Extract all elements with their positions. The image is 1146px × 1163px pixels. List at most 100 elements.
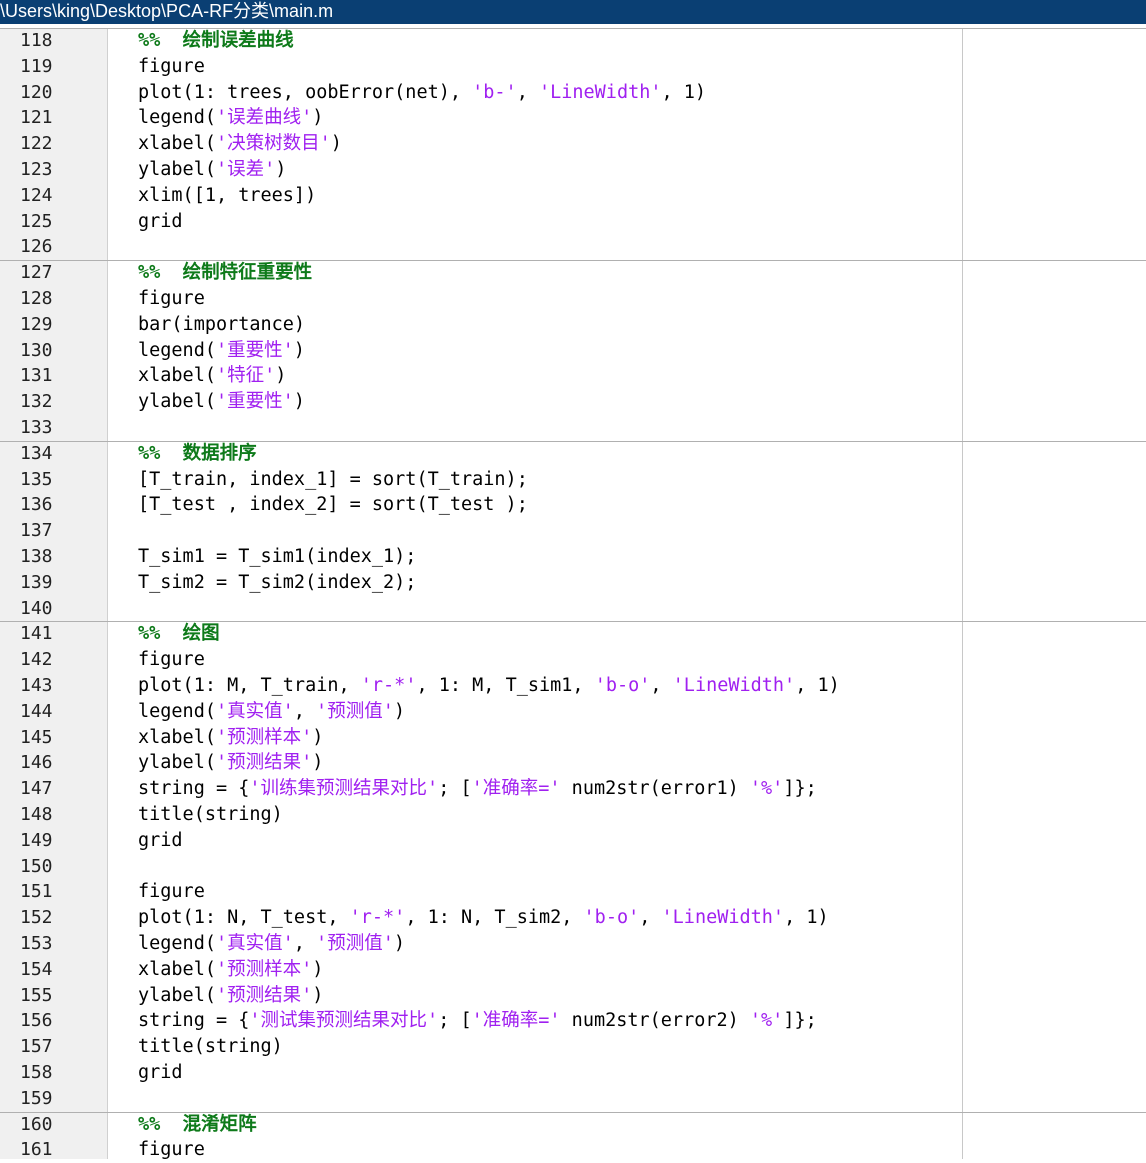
code-line[interactable]: 138 T_sim1 = T_sim1(index_1); [0, 544, 1146, 570]
code-line[interactable]: 133 [0, 415, 1146, 441]
code-line[interactable]: 154 xlabel('预测样本') [0, 957, 1146, 983]
cell-title: %% 数据排序 [138, 442, 257, 464]
code-text: legend('重要性') [138, 339, 305, 361]
code-line[interactable]: 146 ylabel('预测结果') [0, 750, 1146, 776]
code-line[interactable]: 124 xlim([1, trees]) [0, 183, 1146, 209]
code-text: grid [138, 210, 183, 232]
code-line[interactable]: 143 plot(1: M, T_train, 'r-*', 1: M, T_si… [0, 673, 1146, 699]
code-text: xlabel('预测样本') [138, 726, 324, 748]
line-number: 122 [20, 133, 53, 155]
code-line[interactable]: 145 xlabel('预测样本') [0, 725, 1146, 751]
code-line[interactable]: 151 figure [0, 879, 1146, 905]
code-line[interactable]: 156 string = {'测试集预测结果对比'; ['准确率=' num2st… [0, 1008, 1146, 1034]
code-text: T_sim2 = T_sim2(index_2); [138, 571, 417, 593]
code-line[interactable]: 127 %% 绘制特征重要性 [0, 260, 1146, 286]
code-text: plot(1: M, T_train, 'r-*', 1: M, T_sim1,… [138, 675, 840, 696]
code-line[interactable]: 123 ylabel('误差') [0, 157, 1146, 183]
code-line[interactable]: 119 figure [0, 54, 1146, 80]
code-text: string = {'测试集预测结果对比'; ['准确率=' num2str(e… [138, 1010, 817, 1032]
line-number: 136 [20, 494, 53, 516]
code-line[interactable]: 160 %% 混淆矩阵 [0, 1111, 1146, 1138]
line-number: 119 [20, 55, 53, 77]
line-number: 145 [20, 726, 53, 748]
code-text: ylabel('重要性') [138, 391, 305, 413]
line-number: 160 [20, 1113, 53, 1135]
line-number: 132 [20, 391, 53, 413]
code-text: figure [138, 55, 205, 77]
code-line[interactable]: 130 legend('重要性') [0, 338, 1146, 364]
line-number: 133 [20, 417, 53, 438]
line-number: 139 [20, 571, 53, 593]
code-text: figure [138, 881, 205, 903]
code-text: figure [138, 649, 205, 671]
code-line[interactable]: 141 %% 绘图 [0, 621, 1146, 647]
line-number: 152 [20, 907, 53, 929]
code-line[interactable]: 153 legend('真实值', '预测值') [0, 931, 1146, 957]
code-line[interactable]: 135 [T_train, index_1] = sort(T_train); [0, 467, 1146, 493]
line-number: 143 [20, 675, 53, 696]
cell-title: %% 绘制特征重要性 [138, 262, 313, 284]
code-line[interactable]: 155 ylabel('预测结果') [0, 983, 1146, 1009]
window-title: \Users\king\Desktop\PCA-RF分类\main.m [0, 0, 1146, 24]
code-text: [T_test , index_2] = sort(T_test ); [138, 494, 528, 516]
line-number: 131 [20, 365, 53, 387]
code-line[interactable]: 129 bar(importance) [0, 312, 1146, 338]
code-text: figure [138, 1139, 205, 1161]
code-line[interactable]: 150 [0, 854, 1146, 880]
code-text: title(string) [138, 1036, 283, 1058]
line-number: 149 [20, 829, 53, 851]
line-number: 130 [20, 339, 53, 361]
code-text: xlim([1, trees]) [138, 184, 317, 206]
code-text: legend('误差曲线') [138, 107, 324, 129]
code-line[interactable]: 148 title(string) [0, 802, 1146, 828]
code-text: legend('真实值', '预测值') [138, 700, 405, 722]
line-number: 128 [20, 288, 53, 309]
code-line[interactable]: 121 legend('误差曲线') [0, 105, 1146, 131]
code-line[interactable]: 134 %% 数据排序 [0, 440, 1146, 467]
code-line[interactable]: 122 xlabel('决策树数目') [0, 131, 1146, 157]
line-number: 129 [20, 313, 53, 335]
line-number: 121 [20, 107, 53, 129]
code-line[interactable]: 152 plot(1: N, T_test, 'r-*', 1: N, T_sim… [0, 905, 1146, 931]
line-number: 154 [20, 958, 53, 980]
code-text: title(string) [138, 804, 283, 825]
code-line[interactable]: 120 plot(1: trees, oobError(net), 'b-', '… [0, 80, 1146, 106]
code-line[interactable]: 131 xlabel('特征') [0, 363, 1146, 389]
code-line[interactable]: 136 [T_test , index_2] = sort(T_test ); [0, 492, 1146, 518]
code-text: grid [138, 1062, 183, 1083]
line-number: 156 [20, 1010, 53, 1032]
line-number: 158 [20, 1062, 53, 1083]
code-text: xlabel('决策树数目') [138, 133, 342, 155]
code-line[interactable]: 142 figure [0, 647, 1146, 673]
line-number: 159 [20, 1087, 53, 1109]
code-line[interactable]: 128 figure [0, 286, 1146, 312]
code-text: xlabel('特征') [138, 365, 287, 387]
code-line[interactable]: 132 ylabel('重要性') [0, 389, 1146, 415]
line-number: 157 [20, 1036, 53, 1058]
cell-title: %% 绘制误差曲线 [138, 30, 294, 51]
code-line[interactable]: 144 legend('真实值', '预测值') [0, 699, 1146, 725]
code-line[interactable]: 159 [0, 1086, 1146, 1112]
code-text: figure [138, 288, 205, 309]
line-number: 142 [20, 649, 53, 671]
line-number: 141 [20, 623, 53, 645]
line-number: 123 [20, 159, 53, 180]
code-line[interactable]: 149 grid [0, 828, 1146, 854]
code-line[interactable]: 158 grid [0, 1060, 1146, 1086]
code-line[interactable]: 126 [0, 234, 1146, 260]
code-text: plot(1: N, T_test, 'r-*', 1: N, T_sim2, … [138, 907, 829, 929]
code-line[interactable]: 147 string = {'训练集预测结果对比'; ['准确率=' num2st… [0, 776, 1146, 802]
code-line[interactable]: 157 title(string) [0, 1034, 1146, 1060]
code-line[interactable]: 125 grid [0, 209, 1146, 235]
line-number: 153 [20, 933, 53, 954]
code-line[interactable]: 137 [0, 518, 1146, 544]
code-line[interactable]: 161 figure [0, 1137, 1146, 1163]
code-line[interactable]: 140 [0, 596, 1146, 622]
code-line[interactable]: 118 %% 绘制误差曲线 [0, 28, 1146, 54]
code-text: ylabel('误差') [138, 159, 287, 180]
code-line[interactable]: 139 T_sim2 = T_sim2(index_2); [0, 570, 1146, 596]
code-text: bar(importance) [138, 313, 306, 335]
code-editor[interactable]: 118 %% 绘制误差曲线 119 figure 120 plot(1: trees, o… [0, 28, 1146, 1160]
line-number: 125 [20, 210, 53, 232]
line-number: 161 [20, 1139, 53, 1161]
